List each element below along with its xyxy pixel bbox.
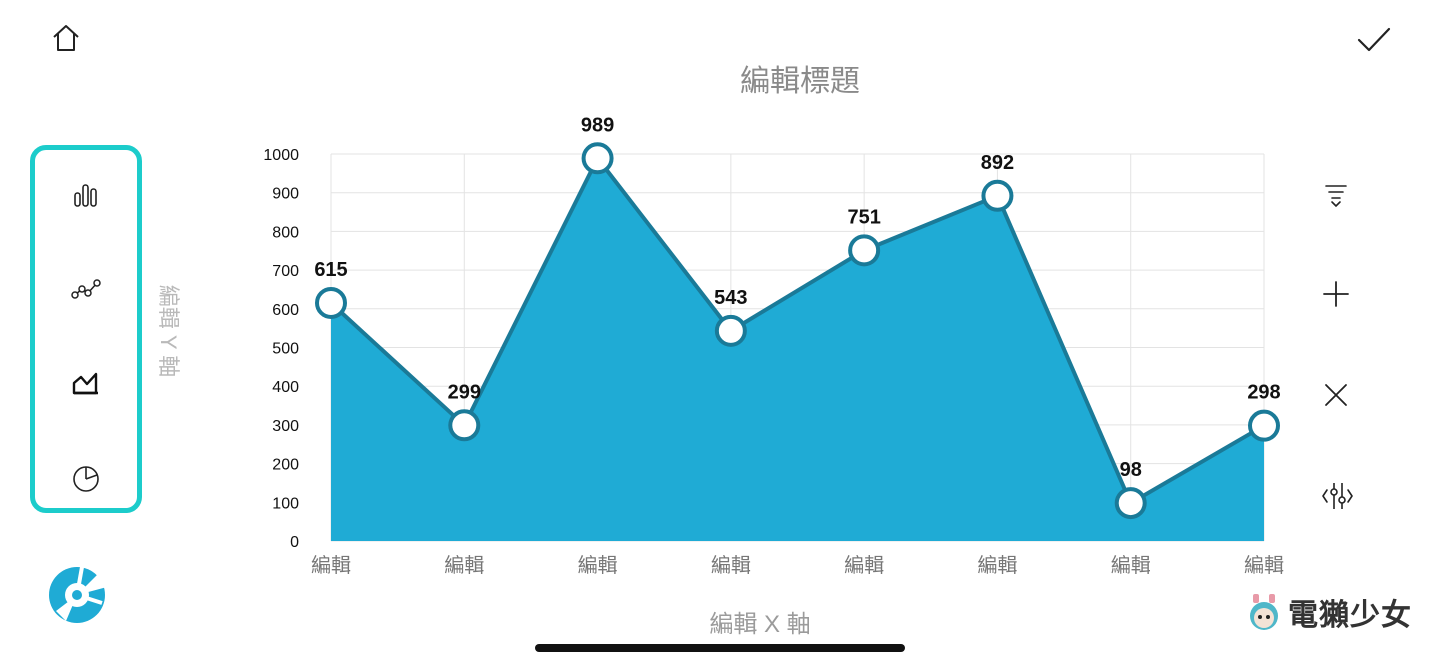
data-point xyxy=(981,179,1014,212)
x-tick-label: 編輯 xyxy=(711,553,751,577)
delete-data-button[interactable] xyxy=(1316,375,1356,415)
y-tick-label: 500 xyxy=(272,341,299,358)
watermark-text: 電獺少女 xyxy=(1288,599,1412,632)
sort-down-icon xyxy=(1325,185,1347,208)
settings-button[interactable] xyxy=(1316,476,1358,516)
x-tick-label: 編輯 xyxy=(1244,553,1284,577)
x-tick-label: 編輯 xyxy=(844,553,884,577)
home-indicator xyxy=(535,644,905,652)
plus-icon xyxy=(1323,281,1349,307)
watermark: 電獺少女 xyxy=(1244,590,1412,634)
sliders-icon xyxy=(1322,483,1353,509)
mascot-icon xyxy=(1250,594,1278,630)
data-point xyxy=(581,142,614,175)
y-tick-label: 0 xyxy=(290,534,299,551)
y-tick-label: 600 xyxy=(272,302,299,319)
data-label: 298 xyxy=(1247,382,1280,404)
y-tick-label: 700 xyxy=(272,263,299,280)
y-tick-label: 400 xyxy=(272,379,299,396)
x-tick-label: 編輯 xyxy=(1111,553,1151,577)
x-tick-label: 編輯 xyxy=(977,553,1017,577)
data-point xyxy=(315,286,347,319)
data-point xyxy=(448,409,481,442)
x-tick-label: 編輯 xyxy=(578,553,618,577)
x-tick-label: 編輯 xyxy=(444,553,484,577)
close-icon xyxy=(1325,384,1347,406)
data-label: 989 xyxy=(581,114,614,136)
y-tick-label: 300 xyxy=(272,418,299,435)
data-label: 615 xyxy=(314,259,347,281)
chart-plot: 0 100 200 300 400 500 600 700 800 900 1000 編輯 編輯 編輯 編輯… xyxy=(263,114,1284,577)
add-data-button[interactable] xyxy=(1316,274,1356,314)
data-point xyxy=(1114,487,1147,520)
y-tick-label: 1000 xyxy=(263,147,299,164)
data-label: 98 xyxy=(1120,459,1142,481)
data-point xyxy=(848,234,881,267)
x-tick-label: 編輯 xyxy=(311,553,351,577)
sort-button[interactable] xyxy=(1316,174,1356,214)
data-label: 543 xyxy=(714,287,747,309)
y-tick-label: 800 xyxy=(272,224,299,241)
data-point xyxy=(1248,409,1280,442)
y-tick-label: 900 xyxy=(272,186,299,203)
data-label: 751 xyxy=(847,206,880,228)
y-tick-label: 100 xyxy=(272,495,299,512)
y-tick-label: 200 xyxy=(272,457,299,474)
data-label: 299 xyxy=(448,381,481,403)
data-label: 892 xyxy=(981,152,1014,174)
data-point xyxy=(714,314,747,347)
